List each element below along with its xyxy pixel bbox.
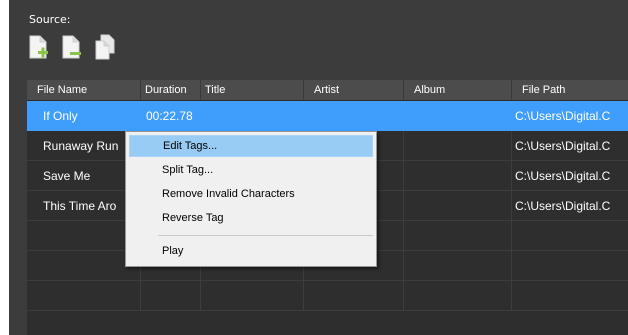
menu-item-play[interactable]: Play — [129, 240, 373, 262]
cell-file-path: C:\Users\Digital.C — [515, 199, 611, 213]
cell-file-name: If Only — [27, 101, 141, 131]
cell-album — [404, 101, 512, 131]
cell-file-path — [512, 221, 628, 251]
cell-file-path — [512, 281, 628, 311]
cell-album — [404, 191, 512, 221]
cell-album — [404, 161, 512, 191]
cell-album — [404, 281, 512, 311]
cell-file-name — [27, 281, 141, 311]
cell-title — [201, 101, 304, 131]
cell-file-name: This Time Aro — [27, 191, 141, 221]
menu-separator — [158, 235, 373, 236]
cell-file-name: Save Me — [27, 161, 141, 191]
context-menu: Edit Tags... Split Tag... Remove Invalid… — [125, 131, 377, 267]
copy-file-button[interactable] — [93, 34, 117, 62]
cell-file-name — [27, 221, 141, 251]
menu-item-edit-tags[interactable]: Edit Tags... — [129, 135, 373, 157]
source-label: Source: — [29, 13, 71, 26]
remove-file-button[interactable] — [60, 34, 84, 62]
column-header-duration[interactable]: Duration — [141, 80, 201, 100]
cell-title — [201, 281, 304, 311]
remove-file-icon — [62, 35, 81, 59]
column-header-file-path[interactable]: File Path — [512, 80, 628, 100]
table-header: File Name Duration Title Artist Album Fi… — [27, 80, 628, 101]
cell-file-path: C:\Users\Digital.C — [515, 109, 611, 123]
cell-album — [404, 131, 512, 161]
cell-file-path: C:\Users\Digital.C — [515, 169, 611, 183]
menu-item-reverse-tag[interactable]: Reverse Tag — [129, 207, 373, 229]
cell-file-path — [512, 251, 628, 281]
cell-duration: 00:22.78 — [141, 101, 201, 131]
cell-file-path: C:\Users\Digital.C — [515, 139, 611, 153]
table-row[interactable]: If Only 00:22.78 C:\Users\Digital.C — [27, 101, 628, 131]
cell-artist — [304, 101, 404, 131]
column-header-album[interactable]: Album — [404, 80, 512, 100]
cell-file-name — [27, 251, 141, 281]
menu-item-remove-invalid-characters[interactable]: Remove Invalid Characters — [129, 183, 373, 205]
menu-item-split-tag[interactable]: Split Tag... — [129, 159, 373, 181]
cell-duration — [141, 281, 201, 311]
cell-artist — [304, 281, 404, 311]
column-header-file-name[interactable]: File Name — [27, 80, 141, 100]
table-row-empty[interactable] — [27, 281, 628, 311]
add-file-button[interactable] — [27, 34, 51, 62]
cell-album — [404, 251, 512, 281]
add-file-icon — [29, 35, 48, 59]
copy-file-icon — [95, 34, 115, 60]
column-header-artist[interactable]: Artist — [304, 80, 404, 100]
cell-file-name: Runaway Run — [27, 131, 141, 161]
column-header-title[interactable]: Title — [201, 80, 304, 100]
cell-album — [404, 221, 512, 251]
